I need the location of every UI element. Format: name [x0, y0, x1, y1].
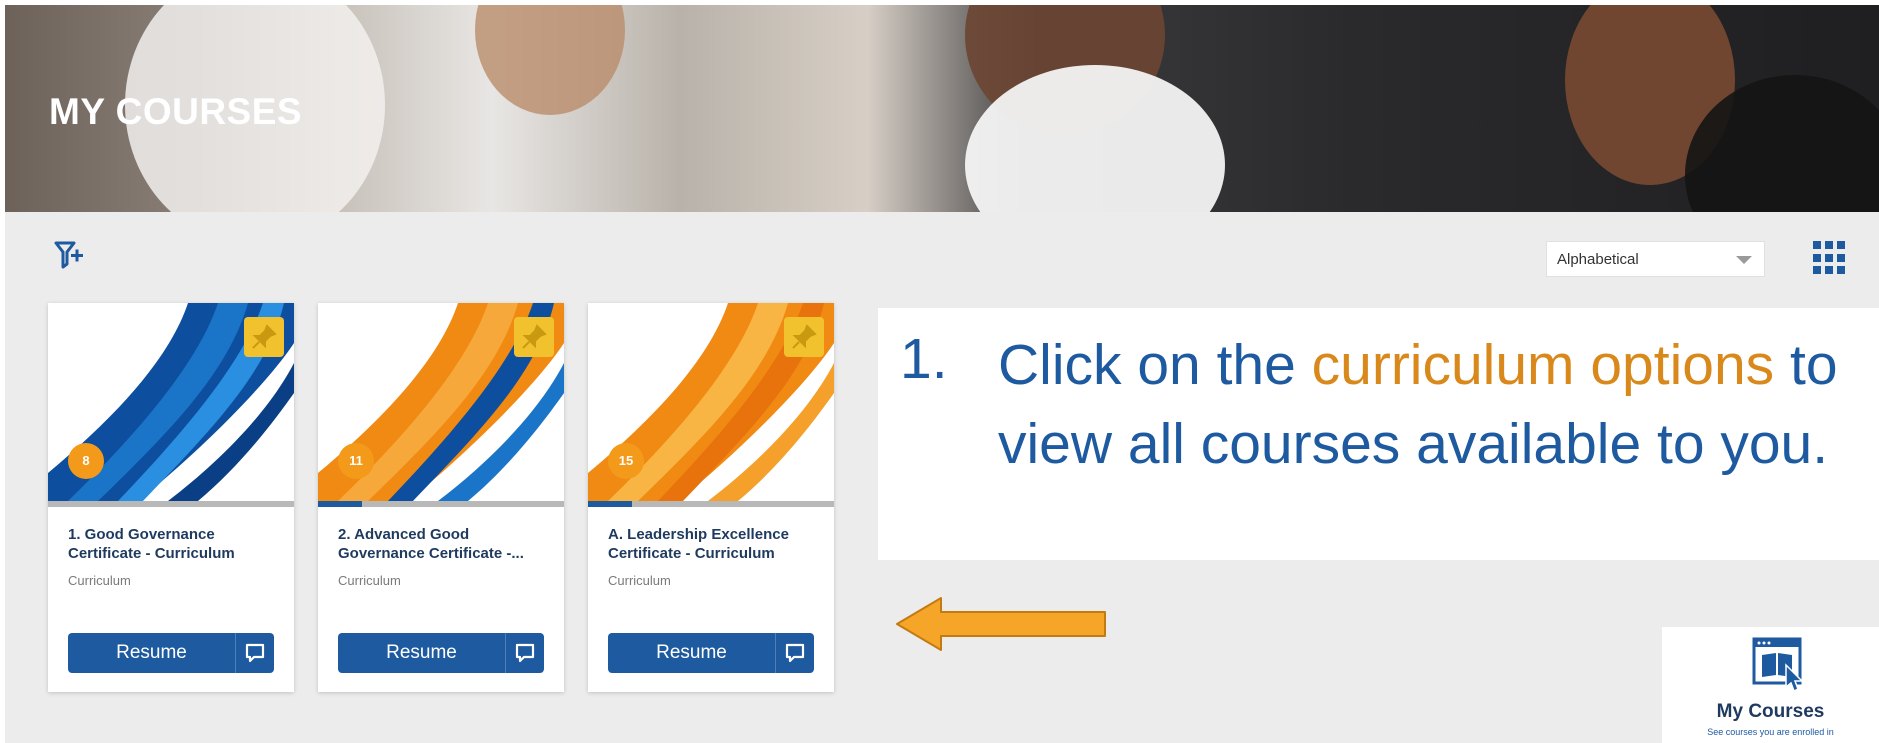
course-card[interactable]: 15 A. Leadership Excellence Certificate … — [588, 303, 834, 692]
progress-bar — [48, 501, 294, 507]
course-title[interactable]: A. Leadership Excellence Certificate - C… — [608, 525, 823, 563]
my-courses-tile[interactable]: My Courses See courses you are enrolled … — [1662, 627, 1879, 743]
course-type: Curriculum — [608, 573, 671, 588]
tile-title: My Courses — [1716, 701, 1825, 722]
filter-icon[interactable] — [53, 238, 87, 272]
course-title[interactable]: 2. Advanced Good Governance Certificate … — [338, 525, 553, 563]
resume-button[interactable]: Resume — [608, 633, 776, 673]
instruction-text: Click on the curriculum options to view … — [998, 326, 1858, 484]
progress-bar — [588, 501, 834, 507]
course-count-badge: 11 — [338, 443, 374, 479]
pin-icon[interactable] — [784, 317, 824, 357]
sort-dropdown[interactable]: Alphabetical — [1546, 241, 1765, 277]
pin-icon[interactable] — [244, 317, 284, 357]
instruction-text-before: Click on the — [998, 333, 1312, 397]
course-count-badge: 8 — [68, 443, 104, 479]
sort-dropdown-value: Alphabetical — [1557, 251, 1639, 268]
course-count-badge: 15 — [608, 443, 644, 479]
tile-subtitle: See courses you are enrolled in — [1707, 727, 1834, 737]
hero-banner: MY COURSES — [5, 5, 1879, 212]
instruction-callout: 1. Click on the curriculum options to vi… — [878, 308, 1879, 560]
grid-view-icon[interactable] — [1813, 241, 1845, 275]
left-arrow-icon — [893, 595, 1108, 658]
page-frame: MY COURSES Alphabetical 8 1. Good Govern… — [5, 5, 1879, 743]
resume-group: Resume — [338, 633, 544, 673]
instruction-number: 1. — [900, 327, 948, 391]
course-type: Curriculum — [338, 573, 401, 588]
progress-bar — [318, 501, 564, 507]
pin-icon[interactable] — [514, 317, 554, 357]
course-book-icon — [1752, 637, 1806, 698]
course-title[interactable]: 1. Good Governance Certificate - Curricu… — [68, 525, 283, 563]
comment-icon[interactable] — [776, 633, 814, 673]
page-title: MY COURSES — [49, 91, 303, 132]
course-card[interactable]: 11 2. Advanced Good Governance Certifica… — [318, 303, 564, 692]
chevron-down-icon — [1736, 256, 1752, 264]
course-card[interactable]: 8 1. Good Governance Certificate - Curri… — [48, 303, 294, 692]
resume-button[interactable]: Resume — [338, 633, 506, 673]
resume-group: Resume — [608, 633, 814, 673]
resume-group: Resume — [68, 633, 274, 673]
instruction-highlight: curriculum options — [1311, 333, 1775, 397]
course-type: Curriculum — [68, 573, 131, 588]
comment-icon[interactable] — [236, 633, 274, 673]
comment-icon[interactable] — [506, 633, 544, 673]
resume-button[interactable]: Resume — [68, 633, 236, 673]
